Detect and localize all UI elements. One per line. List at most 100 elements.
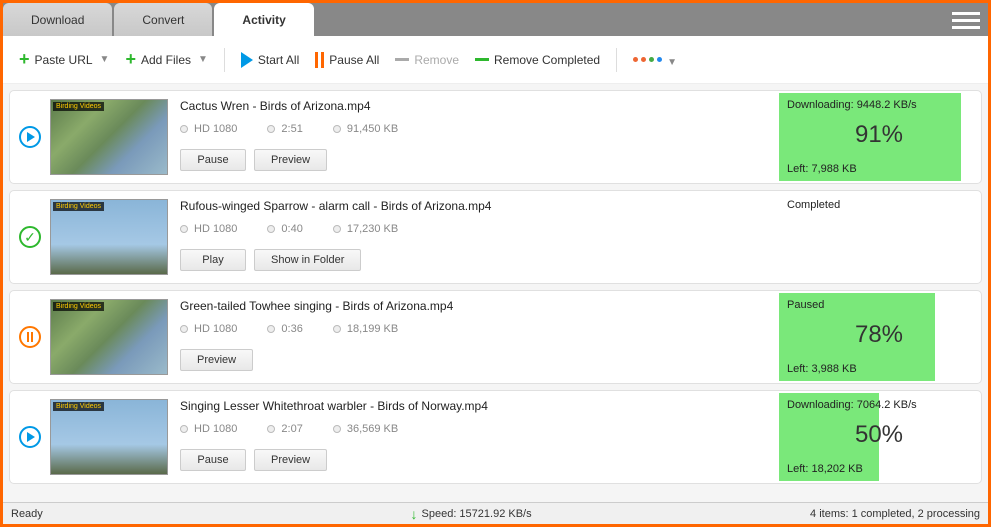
item-meta: HD 1080 0:36 18,199 KB [180,323,765,335]
thumb-label: Birding Videos [53,402,104,411]
status-speed: ↓ Speed: 15721.92 KB/s [411,506,811,522]
item-status-icon [10,391,50,483]
remove-completed-label: Remove Completed [494,53,600,67]
status-text: Downloading: 9448.2 KB/s [779,93,979,117]
remove-button[interactable]: Remove [389,49,465,71]
percent-text: 50% [779,417,979,453]
play-circle-icon[interactable] [19,426,41,448]
filesize: 18,199 KB [333,323,398,335]
separator [224,48,225,72]
header-bar: Download Convert Activity [3,3,988,36]
separator [616,48,617,72]
filesize: 36,569 KB [333,423,398,435]
item-info: Rufous-winged Sparrow - alarm call - Bir… [168,191,777,283]
item-title: Green-tailed Towhee singing - Birds of A… [180,299,765,313]
chevron-down-icon[interactable]: ▼ [100,54,110,65]
remove-completed-button[interactable]: Remove Completed [469,49,606,71]
list-item[interactable]: ✓ Birding Videos Rufous-winged Sparrow -… [9,190,982,284]
thumb-label: Birding Videos [53,302,104,311]
filesize: 17,230 KB [333,223,398,235]
pause-icon [315,52,324,68]
play-circle-icon[interactable] [19,126,41,148]
check-circle-icon: ✓ [19,226,41,248]
item-title: Singing Lesser Whitethroat warbler - Bir… [180,399,765,413]
status-text: Downloading: 7064.2 KB/s [779,393,979,417]
pause-button[interactable]: Pause [180,149,246,171]
item-info: Singing Lesser Whitethroat warbler - Bir… [168,391,777,483]
preview-button[interactable]: Preview [254,449,327,471]
start-all-label: Start All [258,53,299,67]
toolbar: + Paste URL ▼ + Add Files ▼ Start All Pa… [3,36,988,84]
percent-text: 91% [779,117,979,153]
status-items: 4 items: 1 completed, 2 processing [810,508,980,520]
preview-button[interactable]: Preview [254,149,327,171]
item-status: Downloading: 9448.2 KB/s 91% Left: 7,988… [779,93,979,181]
item-status-icon [10,291,50,383]
quality: HD 1080 [180,323,237,335]
item-info: Cactus Wren - Birds of Arizona.mp4 HD 10… [168,91,777,183]
item-actions: Preview [180,349,765,371]
play-button[interactable]: Play [180,249,246,271]
chevron-down-icon[interactable]: ▼ [667,57,672,62]
duration: 2:07 [267,423,302,435]
item-title: Rufous-winged Sparrow - alarm call - Bir… [180,199,765,213]
add-files-button[interactable]: + Add Files ▼ [119,45,213,74]
thumbnail[interactable]: Birding Videos [50,199,168,275]
thumbnail[interactable]: Birding Videos [50,99,168,175]
left-text: Left: 3,988 KB [787,363,857,375]
show-in-folder-button[interactable]: Show in Folder [254,249,361,271]
paste-url-label: Paste URL [35,53,93,67]
status-text: Paused [779,293,979,317]
duration: 0:40 [267,223,302,235]
percent-text: 78% [779,317,979,353]
preview-button[interactable]: Preview [180,349,253,371]
tab-download[interactable]: Download [3,3,112,36]
item-meta: HD 1080 0:40 17,230 KB [180,223,765,235]
list-item[interactable]: Birding Videos Singing Lesser Whitethroa… [9,390,982,484]
minus-icon [395,58,409,61]
status-ready: Ready [11,508,411,520]
more-button[interactable]: ▼ [627,53,678,66]
minus-icon [475,58,489,61]
item-actions: Play Show in Folder [180,249,765,271]
item-title: Cactus Wren - Birds of Arizona.mp4 [180,99,765,113]
tab-convert[interactable]: Convert [114,3,212,36]
chevron-down-icon[interactable]: ▼ [198,54,208,65]
left-text: Left: 18,202 KB [787,463,863,475]
quality: HD 1080 [180,123,237,135]
item-status: Paused 78% Left: 3,988 KB [779,293,979,381]
item-meta: HD 1080 2:07 36,569 KB [180,423,765,435]
statusbar: Ready ↓ Speed: 15721.92 KB/s 4 items: 1 … [3,502,988,524]
duration: 2:51 [267,123,302,135]
duration: 0:36 [267,323,302,335]
thumbnail[interactable]: Birding Videos [50,399,168,475]
remove-label: Remove [414,53,459,67]
tab-activity[interactable]: Activity [214,3,313,36]
status-text: Completed [779,193,979,217]
start-all-button[interactable]: Start All [235,48,305,72]
list-item[interactable]: Birding Videos Green-tailed Towhee singi… [9,290,982,384]
item-actions: Pause Preview [180,449,765,471]
activity-list: Birding Videos Cactus Wren - Birds of Ar… [3,84,988,502]
pause-all-button[interactable]: Pause All [309,48,385,72]
list-item[interactable]: Birding Videos Cactus Wren - Birds of Ar… [9,90,982,184]
left-text: Left: 7,988 KB [787,163,857,175]
add-files-label: Add Files [141,53,191,67]
thumb-label: Birding Videos [53,202,104,211]
thumb-label: Birding Videos [53,102,104,111]
plus-icon: + [125,49,136,70]
quality: HD 1080 [180,223,237,235]
item-actions: Pause Preview [180,149,765,171]
item-status: Completed [779,193,979,281]
pause-circle-icon[interactable] [19,326,41,348]
plus-icon: + [19,49,30,70]
play-icon [241,52,253,68]
item-status-icon: ✓ [10,191,50,283]
thumbnail[interactable]: Birding Videos [50,299,168,375]
item-meta: HD 1080 2:51 91,450 KB [180,123,765,135]
pause-all-label: Pause All [329,53,379,67]
filesize: 91,450 KB [333,123,398,135]
menu-icon[interactable] [952,6,980,34]
paste-url-button[interactable]: + Paste URL ▼ [13,45,115,74]
pause-button[interactable]: Pause [180,449,246,471]
